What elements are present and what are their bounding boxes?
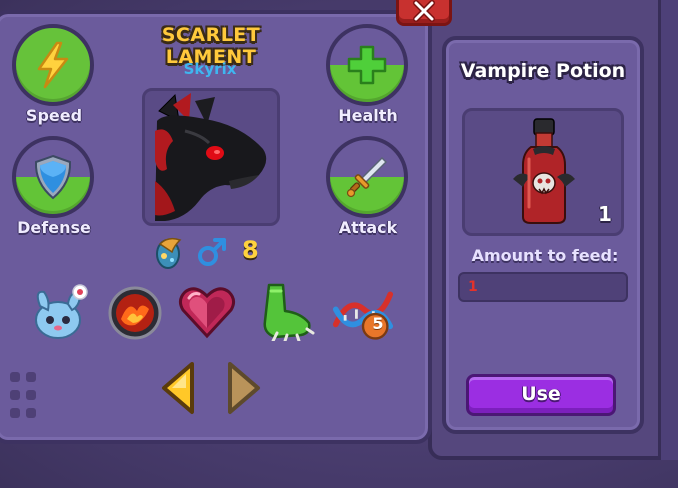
item-title: Vampire Potion: [460, 60, 626, 82]
trait-fire-orb[interactable]: [104, 282, 166, 344]
trait-heart-gem[interactable]: [176, 280, 238, 342]
pet-level: 8: [242, 236, 259, 264]
frame-edge: [658, 0, 678, 460]
shield-icon: [34, 154, 72, 200]
feed-amount-input[interactable]: 1: [458, 272, 628, 302]
bunny-pet-icon: [35, 284, 88, 339]
close-button[interactable]: [396, 0, 452, 26]
speed-stat-button[interactable]: [12, 24, 94, 106]
vampire-potion-icon: [513, 118, 575, 224]
dragon-head-icon: [155, 93, 267, 221]
previous-pet-arrow[interactable]: [160, 360, 196, 416]
item-count: 1: [598, 202, 612, 226]
use-button[interactable]: Use: [466, 374, 616, 416]
owner-name[interactable]: Skyrix: [150, 60, 270, 78]
dragon-egg-icon: [156, 237, 182, 269]
sword-icon: [346, 156, 388, 198]
attack-stat-button[interactable]: [326, 136, 408, 218]
dna-level-badge: 5: [372, 314, 384, 333]
pet-portrait: [142, 88, 280, 226]
attack-label: Attack: [338, 218, 398, 237]
trait-bunny-pet[interactable]: [28, 282, 90, 344]
male-gender-icon: [198, 238, 226, 266]
close-icon: [413, 0, 435, 22]
plus-icon: [347, 45, 387, 85]
fire-orb-icon: [108, 286, 162, 340]
speed-label: Speed: [25, 106, 83, 125]
defense-label: Defense: [17, 218, 91, 237]
trait-green-claw[interactable]: [254, 280, 316, 342]
grid-menu-icon[interactable]: [8, 372, 40, 424]
lightning-icon: [37, 41, 69, 89]
green-claw-icon: [263, 283, 315, 341]
game-screen: SCARLET LAMENT Skyrix Speed Health Defen…: [0, 0, 678, 488]
next-pet-arrow[interactable]: [226, 360, 262, 416]
health-stat-button[interactable]: [326, 24, 408, 106]
health-label: Health: [338, 106, 398, 125]
defense-stat-button[interactable]: [12, 136, 94, 218]
heart-gem-icon: [178, 287, 236, 339]
feed-amount-label: Amount to feed:: [471, 246, 619, 265]
